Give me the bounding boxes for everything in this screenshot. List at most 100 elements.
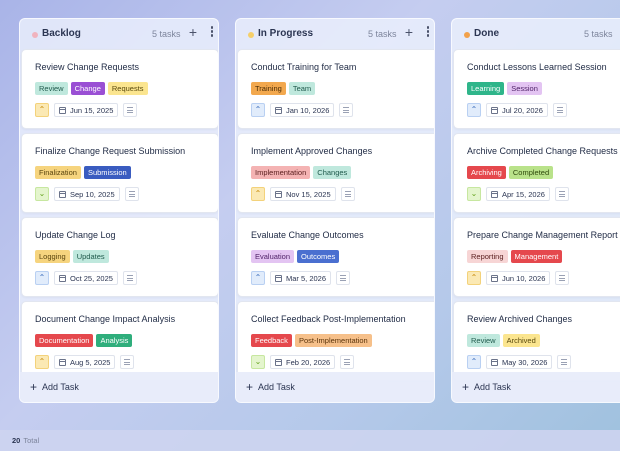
tag: Review — [467, 334, 500, 347]
card-meta: ⌄ Sep 10, 2025 — [35, 187, 139, 201]
kanban-board: Backlog 5 tasks + Review Change Requests… — [0, 0, 620, 430]
add-task-button[interactable]: + Add Task — [236, 372, 434, 402]
task-card[interactable]: Archive Completed Change Requests Archiv… — [453, 133, 620, 213]
tag: Reporting — [467, 250, 508, 263]
due-date-text: Nov 15, 2025 — [286, 189, 331, 199]
due-date-text: Jul 20, 2026 — [502, 105, 543, 115]
tag: Archived — [502, 334, 540, 347]
double-chevron-up-icon[interactable]: ⌃ — [35, 355, 49, 369]
task-card[interactable]: Review Archived Changes Review Archived … — [453, 301, 620, 381]
task-card[interactable]: Conduct Training for Team Training Team … — [237, 49, 434, 129]
due-date-text: Oct 25, 2025 — [70, 273, 113, 283]
due-date[interactable]: Jun 15, 2025 — [54, 103, 119, 117]
add-task-label: Add Task — [474, 382, 511, 392]
add-icon[interactable]: + — [187, 25, 199, 39]
task-card[interactable]: Evaluate Change Outcomes Evaluation Outc… — [237, 217, 434, 297]
notes-icon[interactable] — [555, 271, 570, 285]
tag-list: Evaluation Outcomes — [251, 250, 340, 263]
task-card[interactable]: Prepare Change Management Report Reporti… — [453, 217, 620, 297]
due-date[interactable]: Jul 20, 2026 — [486, 103, 548, 117]
chevron-up-icon[interactable]: ⌃ — [251, 271, 265, 285]
add-task-button[interactable]: + Add Task — [20, 372, 218, 402]
calendar-icon — [491, 190, 498, 198]
due-date-text: Feb 20, 2026 — [286, 357, 331, 367]
due-date-text: May 30, 2026 — [502, 357, 548, 367]
due-date[interactable]: Sep 10, 2025 — [54, 187, 120, 201]
double-chevron-up-icon[interactable]: ⌃ — [251, 187, 265, 201]
chevron-up-icon[interactable]: ⌃ — [467, 355, 481, 369]
tag-list: Review Archived — [467, 334, 540, 347]
card-title: Conduct Training for Team — [251, 62, 357, 72]
due-date[interactable]: Apr 15, 2026 — [486, 187, 550, 201]
tag: Team — [288, 82, 316, 95]
due-date-text: Aug 5, 2025 — [70, 357, 111, 367]
card-title: Prepare Change Management Report — [467, 230, 618, 240]
tag: Submission — [83, 166, 131, 179]
task-card[interactable]: Finalize Change Request Submission Final… — [21, 133, 218, 213]
task-card[interactable]: Implement Approved Changes Implementatio… — [237, 133, 434, 213]
notes-icon[interactable] — [124, 187, 139, 201]
due-date[interactable]: May 30, 2026 — [486, 355, 553, 369]
card-meta: ⌃ Nov 15, 2025 — [251, 187, 355, 201]
card-meta: ⌄ Feb 20, 2026 — [251, 355, 355, 369]
tag: Changes — [313, 166, 352, 179]
due-date[interactable]: Mar 5, 2026 — [270, 271, 332, 285]
notes-icon[interactable] — [557, 355, 572, 369]
task-card[interactable]: Document Change Impact Analysis Document… — [21, 301, 218, 381]
tag: Completed — [508, 166, 554, 179]
chevron-down-icon[interactable]: ⌄ — [251, 355, 265, 369]
column-done: Done 5 tasks Conduct Lessons Learned Ses… — [451, 18, 620, 403]
more-options-icon[interactable] — [424, 26, 432, 38]
task-card[interactable]: Collect Feedback Post-Implementation Fee… — [237, 301, 434, 381]
calendar-icon — [491, 274, 498, 282]
card-meta: ⌃ Aug 5, 2025 — [35, 355, 135, 369]
add-task-label: Add Task — [42, 382, 79, 392]
notes-icon[interactable] — [554, 187, 569, 201]
task-card[interactable]: Conduct Lessons Learned Session Learning… — [453, 49, 620, 129]
due-date[interactable]: Feb 20, 2026 — [270, 355, 336, 369]
tag-list: Training Team — [251, 82, 316, 95]
column-title: Done — [474, 28, 499, 39]
double-chevron-up-icon[interactable]: ⌃ — [35, 103, 49, 117]
notes-icon[interactable] — [552, 103, 567, 117]
calendar-icon — [59, 358, 66, 366]
chevron-up-icon[interactable]: ⌃ — [467, 103, 481, 117]
notes-icon[interactable] — [340, 355, 355, 369]
card-meta: ⌃ Jan 10, 2026 — [251, 103, 354, 117]
notes-icon[interactable] — [340, 187, 355, 201]
due-date[interactable]: Jun 10, 2026 — [486, 271, 551, 285]
add-task-button[interactable]: + Add Task — [452, 372, 620, 402]
tag-list: Learning Session — [467, 82, 542, 95]
card-title: Review Archived Changes — [467, 314, 573, 324]
tag-list: Feedback Post-Implementation — [251, 334, 372, 347]
notes-icon[interactable] — [122, 271, 137, 285]
task-card[interactable]: Review Change Requests Review Change Req… — [21, 49, 218, 129]
due-date[interactable]: Jan 10, 2026 — [270, 103, 335, 117]
due-date-text: Jun 10, 2026 — [502, 273, 546, 283]
chevron-down-icon[interactable]: ⌄ — [467, 187, 481, 201]
notes-icon[interactable] — [339, 103, 354, 117]
tag: Evaluation — [251, 250, 295, 263]
card-title: Archive Completed Change Requests — [467, 146, 618, 156]
due-date[interactable]: Aug 5, 2025 — [54, 355, 116, 369]
double-chevron-up-icon[interactable]: ⌃ — [467, 271, 481, 285]
card-meta: ⌃ Jun 15, 2025 — [35, 103, 138, 117]
calendar-icon — [59, 274, 66, 282]
chevron-up-icon[interactable]: ⌃ — [35, 271, 49, 285]
notes-icon[interactable] — [123, 103, 138, 117]
chevron-up-icon[interactable]: ⌃ — [251, 103, 265, 117]
tag: Change — [70, 82, 105, 95]
notes-icon[interactable] — [120, 355, 135, 369]
notes-icon[interactable] — [336, 271, 351, 285]
add-icon[interactable]: + — [403, 25, 415, 39]
tag: Archiving — [467, 166, 506, 179]
calendar-icon — [59, 106, 66, 114]
chevron-down-icon[interactable]: ⌄ — [35, 187, 49, 201]
tag-list: Finalization Submission — [35, 166, 131, 179]
task-card[interactable]: Update Change Log Logging Updates ⌃ Oct … — [21, 217, 218, 297]
more-options-icon[interactable] — [208, 26, 216, 38]
due-date[interactable]: Oct 25, 2025 — [54, 271, 118, 285]
due-date[interactable]: Nov 15, 2025 — [270, 187, 336, 201]
card-title: Collect Feedback Post-Implementation — [251, 314, 406, 324]
card-title: Update Change Log — [35, 230, 116, 240]
